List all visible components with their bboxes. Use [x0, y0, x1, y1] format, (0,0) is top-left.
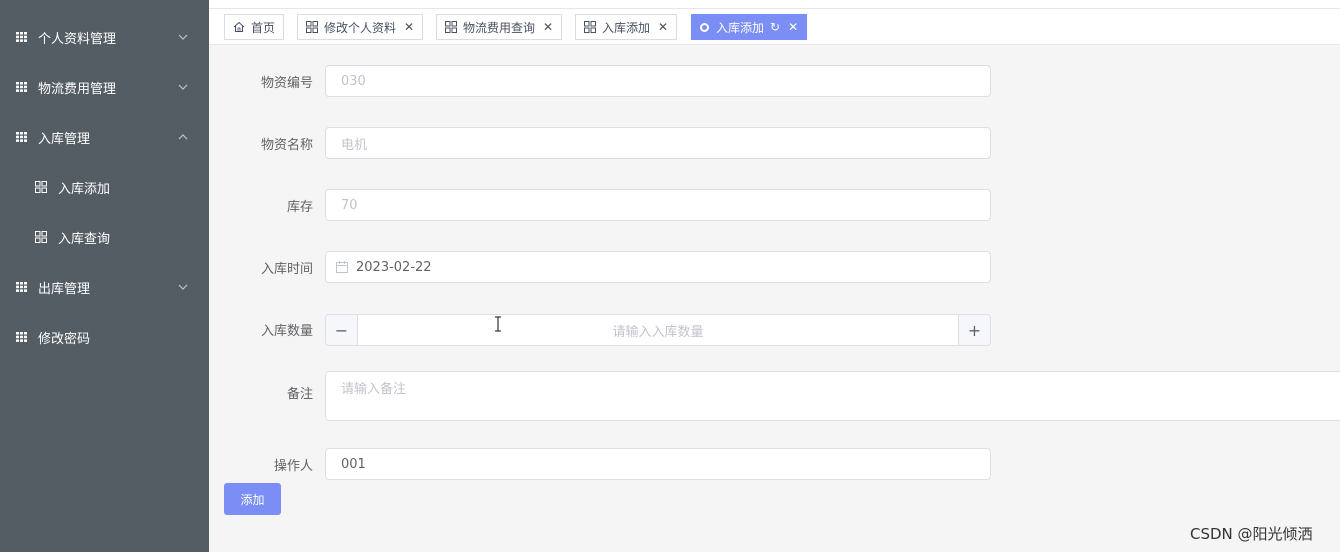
sidebar-item-inbound[interactable]: 入库管理 — [0, 112, 209, 162]
apps-icon — [306, 21, 318, 33]
apps-icon — [584, 21, 596, 33]
grid-icon — [16, 82, 27, 92]
sidebar-item-profile[interactable]: 个人资料管理 — [0, 12, 209, 62]
grid-icon — [16, 282, 27, 292]
tab-label: 修改个人资料 — [324, 20, 397, 35]
top-navbar — [209, 0, 1340, 9]
sidebar-item-label: 个人资料管理 — [38, 31, 117, 47]
chevron-down-icon — [178, 84, 188, 90]
dot-icon — [700, 22, 709, 32]
close-icon[interactable]: ✕ — [543, 21, 553, 33]
remark-label: 备注 — [286, 387, 313, 402]
inbound-qty-input[interactable]: 请输入入库数量 — [358, 315, 958, 345]
operator-value: 001 — [341, 456, 366, 472]
sidebar-item-outbound[interactable]: 出库管理 — [0, 262, 209, 312]
operator-label: 操作人 — [273, 459, 313, 474]
calendar-icon — [336, 261, 348, 273]
tab-home[interactable]: 首页 — [224, 14, 285, 40]
sidebar-subitem-inbound-query[interactable]: 入库查询 — [0, 212, 209, 262]
sidebar-subitem-inbound-add[interactable]: 入库添加 — [0, 162, 209, 212]
grid-icon — [16, 32, 27, 42]
inbound-time-picker[interactable]: 2023-02-22 — [325, 251, 991, 283]
material-name-label: 物资名称 — [260, 138, 313, 153]
tags-view: 首页 修改个人资料 ✕ 物流费用查询 ✕ 入库添加 ✕ 入库添加 ↻ ✕ — [209, 9, 1340, 45]
sidebar: 个人资料管理 物流费用管理 入库管理 入库添加 入库查询 出库管理 修改密码 — [0, 0, 209, 552]
tab-edit-profile[interactable]: 修改个人资料 ✕ — [297, 14, 424, 40]
sidebar-item-label: 修改密码 — [38, 331, 91, 347]
tab-logistics-fee-query[interactable]: 物流费用查询 ✕ — [436, 14, 563, 40]
apps-icon — [35, 181, 47, 193]
sidebar-item-logistics-fee[interactable]: 物流费用管理 — [0, 62, 209, 112]
chevron-down-icon — [178, 34, 188, 40]
home-icon — [233, 21, 245, 32]
grid-icon — [16, 332, 27, 342]
sidebar-item-label: 出库管理 — [38, 281, 91, 297]
material-code-label: 物资编号 — [260, 76, 313, 91]
inbound-time-value: 2023-02-22 — [356, 259, 432, 275]
inbound-qty-stepper[interactable]: − 请输入入库数量 + — [325, 314, 991, 346]
chevron-down-icon — [178, 284, 188, 290]
decrease-button[interactable]: − — [326, 315, 358, 345]
remark-textarea[interactable]: 请输入备注 — [325, 371, 1340, 421]
material-code-value: 030 — [341, 73, 366, 89]
apps-icon — [445, 21, 457, 33]
apps-icon — [35, 231, 47, 243]
increase-button[interactable]: + — [958, 315, 990, 345]
sidebar-item-label: 入库管理 — [38, 131, 91, 147]
sidebar-subitem-label: 入库添加 — [58, 181, 111, 197]
chevron-up-icon — [178, 134, 188, 140]
tab-label: 入库添加 — [716, 20, 765, 35]
text-cursor-icon — [495, 316, 501, 332]
sidebar-item-label: 物流费用管理 — [38, 81, 117, 97]
tab-label: 物流费用查询 — [463, 20, 536, 35]
add-button[interactable]: 添加 — [224, 483, 281, 515]
close-icon[interactable]: ✕ — [658, 21, 668, 33]
stock-label: 库存 — [286, 200, 313, 215]
material-name-field[interactable]: 电机 — [325, 127, 991, 159]
stock-field[interactable]: 70 — [325, 189, 991, 221]
inbound-time-label: 入库时间 — [260, 262, 313, 277]
sidebar-item-change-password[interactable]: 修改密码 — [0, 312, 209, 362]
tab-inbound-add-active[interactable]: 入库添加 ↻ ✕ — [691, 14, 808, 40]
stock-value: 70 — [341, 197, 358, 213]
operator-field[interactable]: 001 — [325, 448, 991, 480]
tab-label: 入库添加 — [602, 20, 651, 35]
tab-inbound-add[interactable]: 入库添加 ✕ — [575, 14, 678, 40]
close-icon[interactable]: ✕ — [404, 21, 414, 33]
watermark: CSDN @阳光倾洒 — [1190, 525, 1313, 543]
grid-icon — [16, 132, 27, 142]
inbound-qty-label: 入库数量 — [260, 324, 313, 339]
material-name-value: 电机 — [341, 137, 368, 153]
close-icon[interactable]: ✕ — [788, 21, 798, 33]
refresh-icon[interactable]: ↻ — [770, 21, 780, 33]
material-code-field[interactable]: 030 — [325, 65, 991, 97]
tab-label: 首页 — [251, 20, 276, 35]
sidebar-subitem-label: 入库查询 — [58, 231, 111, 247]
